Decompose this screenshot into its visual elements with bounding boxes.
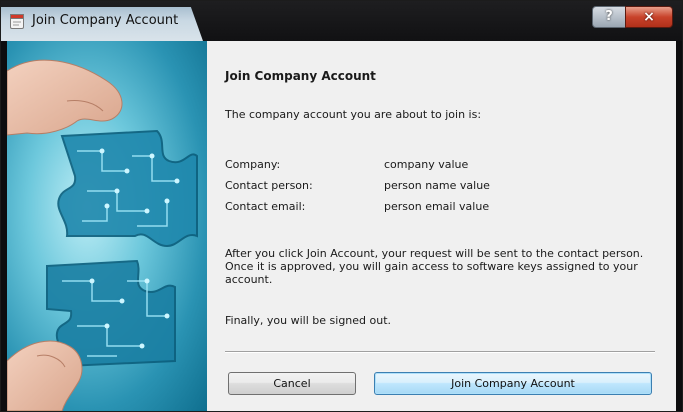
title-bar[interactable]: Join Company Account ? × (1, 1, 682, 41)
dialog-client-area: Join Company Account The company account… (7, 41, 676, 411)
dialog-content: Join Company Account The company account… (207, 41, 676, 411)
contact-email-value: person email value (384, 200, 490, 213)
close-button[interactable]: × (625, 6, 673, 28)
window-title: Join Company Account (32, 13, 179, 28)
join-explanation-text: After you click Join Account, your reque… (225, 247, 644, 286)
dialog-heading: Join Company Account (225, 69, 376, 83)
dialog-window: Join Company Account ? × Join Company Ac… (0, 0, 683, 412)
puzzle-hands-illustration (7, 41, 207, 411)
app-window-icon (10, 14, 24, 29)
contact-person-value: person name value (384, 179, 490, 192)
signout-note: Finally, you will be signed out. (225, 314, 392, 327)
contact-person-label: Contact person: (225, 179, 313, 192)
company-label: Company: (225, 158, 281, 171)
help-button[interactable]: ? (592, 6, 626, 28)
hero-graphic (7, 59, 198, 411)
contact-email-label: Contact email: (225, 200, 306, 213)
join-company-account-button[interactable]: Join Company Account (374, 372, 652, 395)
cancel-button[interactable]: Cancel (228, 372, 356, 395)
button-divider (225, 351, 655, 353)
intro-text: The company account you are about to joi… (225, 108, 482, 121)
company-value: company value (384, 158, 469, 171)
